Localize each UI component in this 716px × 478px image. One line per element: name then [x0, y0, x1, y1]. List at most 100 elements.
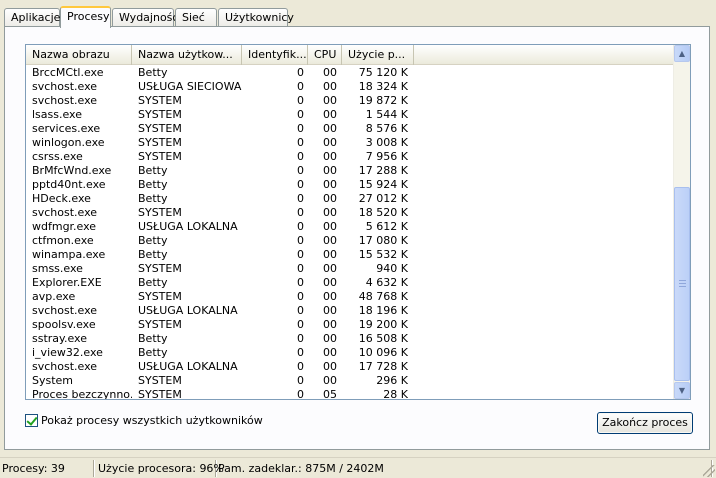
process-pid: 0 [297, 164, 304, 177]
process-memory: 27 012 K [358, 192, 408, 205]
tab-wydajnosc[interactable]: Wydajność [112, 8, 178, 27]
table-row[interactable]: pptd40nt.exe Betty 0 00 15 924 K [26, 178, 678, 192]
process-cpu: 00 [323, 304, 337, 317]
status-cpu-usage: Użycie procesora: 96% [98, 460, 224, 477]
process-name: winlogon.exe [32, 136, 105, 149]
process-pid: 0 [297, 388, 304, 400]
process-memory: 18 520 K [358, 206, 408, 219]
process-pid: 0 [297, 178, 304, 191]
process-pid: 0 [297, 276, 304, 289]
process-user: USŁUGA SIECIOWA [138, 80, 242, 93]
process-cpu: 00 [323, 374, 337, 387]
process-user: Betty [138, 234, 168, 247]
column-header-user[interactable]: Nazwa użytkow... [132, 45, 242, 65]
table-row[interactable]: svchost.exe SYSTEM 0 00 19 872 K [26, 94, 678, 108]
process-user: SYSTEM [138, 388, 182, 400]
process-cpu: 00 [323, 318, 337, 331]
process-memory: 18 324 K [358, 80, 408, 93]
process-name: svchost.exe [32, 80, 98, 93]
scroll-thumb[interactable] [674, 187, 690, 381]
process-cpu: 00 [323, 262, 337, 275]
column-header-name[interactable]: Nazwa obrazu [26, 45, 132, 65]
process-pid: 0 [297, 248, 304, 261]
vertical-scrollbar[interactable]: ▲ ▼ [673, 45, 690, 399]
process-user: Betty [138, 276, 168, 289]
tab-uzytkownicy[interactable]: Użytkownicy [218, 8, 294, 27]
process-memory: 28 K [383, 388, 408, 400]
show-all-users-option[interactable]: Pokaż procesy wszystkich użytkowników [25, 413, 263, 427]
process-pid: 0 [297, 318, 304, 331]
table-row[interactable]: avp.exe SYSTEM 0 00 48 768 K [26, 290, 678, 304]
process-cpu: 00 [323, 332, 337, 345]
process-user: SYSTEM [138, 108, 182, 121]
process-name: svchost.exe [32, 360, 98, 373]
column-header-pid[interactable]: Identyfik... [242, 45, 308, 65]
size-grip-icon[interactable] [703, 465, 715, 477]
process-memory: 75 120 K [358, 66, 408, 79]
process-cpu: 00 [323, 276, 337, 289]
tab-procesy[interactable]: Procesy [60, 6, 111, 28]
table-row[interactable]: svchost.exe SYSTEM 0 00 18 520 K [26, 206, 678, 220]
process-pid: 0 [297, 234, 304, 247]
process-cpu: 00 [323, 290, 337, 303]
tab-aplikacje[interactable]: Aplikacje [4, 8, 60, 27]
table-row[interactable]: lsass.exe SYSTEM 0 00 1 544 K [26, 108, 678, 122]
table-row[interactable]: svchost.exe USŁUGA LOKALNA 0 00 17 728 K [26, 360, 678, 374]
column-header-mem[interactable]: Użycie p... [342, 45, 414, 65]
table-row[interactable]: spoolsv.exe SYSTEM 0 00 19 200 K [26, 318, 678, 332]
table-row[interactable]: winlogon.exe SYSTEM 0 00 3 008 K [26, 136, 678, 150]
process-user: SYSTEM [138, 374, 182, 387]
table-row[interactable]: wdfmgr.exe USŁUGA LOKALNA 0 00 5 612 K [26, 220, 678, 234]
tab-siec[interactable]: Sieć [175, 8, 217, 27]
process-memory: 296 K [376, 374, 408, 387]
process-memory: 15 532 K [358, 248, 408, 261]
process-pid: 0 [297, 332, 304, 345]
process-name: BrccMCtl.exe [32, 66, 104, 79]
checkmark-icon[interactable] [25, 413, 38, 427]
scroll-up-icon[interactable]: ▲ [674, 45, 690, 62]
process-cpu: 00 [323, 94, 337, 107]
process-memory: 19 200 K [358, 318, 408, 331]
process-pid: 0 [297, 290, 304, 303]
process-cpu: 00 [323, 248, 337, 261]
table-row[interactable]: svchost.exe USŁUGA SIECIOWA 0 00 18 324 K [26, 80, 678, 94]
table-row[interactable]: ctfmon.exe Betty 0 00 17 080 K [26, 234, 678, 248]
process-cpu: 00 [323, 360, 337, 373]
status-bar: Procesy: 39 Użycie procesora: 96% Pam. z… [0, 457, 716, 478]
process-pid: 0 [297, 346, 304, 359]
process-name: i_view32.exe [32, 346, 103, 359]
table-row[interactable]: services.exe SYSTEM 0 00 8 576 K [26, 122, 678, 136]
process-memory: 15 924 K [358, 178, 408, 191]
process-name: avp.exe [32, 290, 76, 303]
table-row[interactable]: BrMfcWnd.exe Betty 0 00 17 288 K [26, 164, 678, 178]
process-cpu: 00 [323, 192, 337, 205]
process-cpu: 00 [323, 66, 337, 79]
status-commit-charge: Pam. zadeklar.: 875M / 2402M [216, 460, 712, 477]
process-pid: 0 [297, 108, 304, 121]
end-process-button[interactable]: Zakończ proces [597, 412, 693, 434]
process-name: Explorer.EXE [32, 276, 102, 289]
process-pid: 0 [297, 374, 304, 387]
process-name: BrMfcWnd.exe [32, 164, 112, 177]
table-row[interactable]: smss.exe SYSTEM 0 00 940 K [26, 262, 678, 276]
process-pid: 0 [297, 150, 304, 163]
table-row[interactable]: HDeck.exe Betty 0 00 27 012 K [26, 192, 678, 206]
table-row[interactable]: System SYSTEM 0 00 296 K [26, 374, 678, 388]
column-header-cpu[interactable]: CPU [308, 45, 342, 65]
table-row[interactable]: i_view32.exe Betty 0 00 10 096 K [26, 346, 678, 360]
table-row[interactable]: sstray.exe Betty 0 00 16 508 K [26, 332, 678, 346]
table-row[interactable]: csrss.exe SYSTEM 0 00 7 956 K [26, 150, 678, 164]
table-row[interactable]: BrccMCtl.exe Betty 0 00 75 120 K [26, 66, 678, 80]
table-row[interactable]: Proces bezczynno... SYSTEM 0 05 28 K [26, 388, 678, 400]
processes-panel: Nazwa obrazu Nazwa użytkow... Identyfik.… [4, 26, 710, 450]
table-row[interactable]: svchost.exe USŁUGA LOKALNA 0 00 18 196 K [26, 304, 678, 318]
scroll-down-icon[interactable]: ▼ [674, 382, 690, 399]
process-name: pptd40nt.exe [32, 178, 106, 191]
process-memory: 940 K [376, 262, 408, 275]
table-row[interactable]: Explorer.EXE Betty 0 00 4 632 K [26, 276, 678, 290]
process-cpu: 00 [323, 206, 337, 219]
process-list[interactable]: Nazwa obrazu Nazwa użytkow... Identyfik.… [25, 44, 691, 400]
process-user: Betty [138, 178, 168, 191]
table-row[interactable]: winampa.exe Betty 0 00 15 532 K [26, 248, 678, 262]
process-user: SYSTEM [138, 136, 182, 149]
